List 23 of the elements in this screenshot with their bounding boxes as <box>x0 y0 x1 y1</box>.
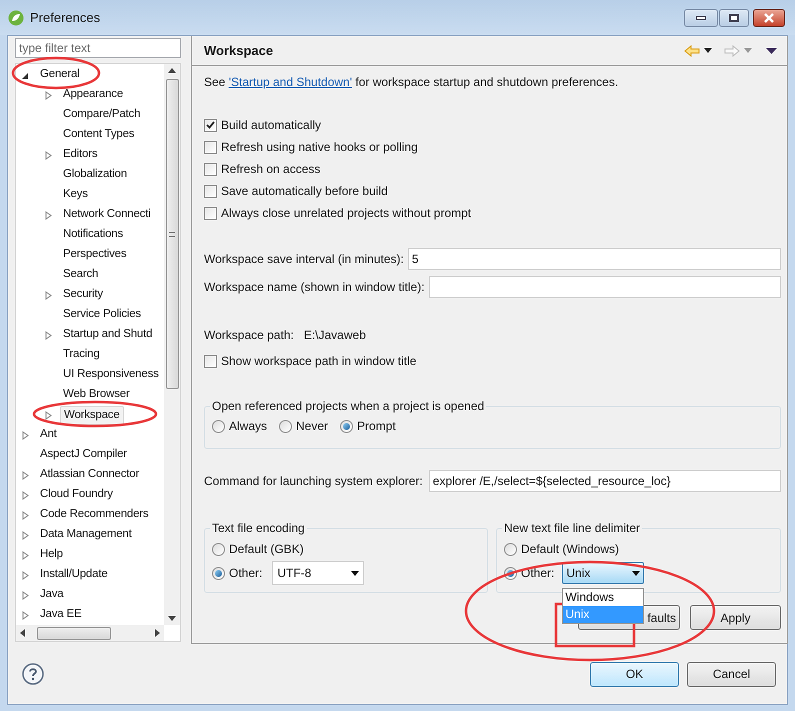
radio-label: Other: <box>229 565 262 582</box>
group-title: New text file line delimiter <box>503 520 642 537</box>
checkbox-label: Build automatically <box>221 117 322 134</box>
checkbox-label: Refresh using native hooks or polling <box>221 139 418 156</box>
field-label: Workspace save interval (in minutes): <box>204 251 404 268</box>
checkbox-label: Refresh on access <box>221 161 320 178</box>
path-value: E:\Javaweb <box>304 327 366 344</box>
radio-label: Default (GBK) <box>229 541 304 558</box>
radio-label: Default (Windows) <box>521 541 620 558</box>
radio-label: Prompt <box>357 418 396 435</box>
radio-label: Always <box>229 418 268 435</box>
window-title: Preferences <box>30 8 100 27</box>
checkbox-label: Always close unrelated projects without prompt <box>221 205 472 222</box>
field-label: Workspace path: <box>204 327 294 344</box>
checkbox-label: Show workspace path in window title <box>221 353 416 370</box>
page-title: Workspace <box>204 42 274 60</box>
intro-text: See 'Startup and Shutdown' for workspace startup and shutdown preferences. <box>204 74 620 89</box>
group-title: Text file encoding <box>211 520 306 537</box>
group-title: Open referenced projects when a project is opened <box>211 398 486 415</box>
field-label: Workspace name (shown in window title): <box>204 279 425 296</box>
field-label: Command for launching system explorer: <box>204 473 423 490</box>
checkbox-label: Save automatically before build <box>221 183 388 200</box>
radio-label: Never <box>296 418 328 435</box>
